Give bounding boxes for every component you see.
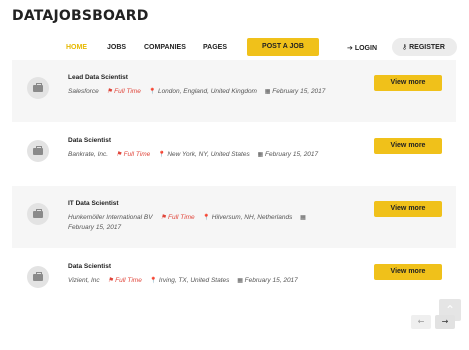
map-marker-icon: 📍 — [148, 88, 157, 95]
job-listing: IT Data Scientist Hunkemöller Internatio… — [12, 186, 456, 248]
calendar-icon: ▦ — [257, 151, 264, 158]
company-avatar — [27, 203, 49, 225]
company-avatar — [27, 140, 49, 162]
job-title[interactable]: Lead Data Scientist — [68, 74, 128, 81]
map-marker-icon: 📍 — [202, 214, 210, 221]
job-meta: Bankrate, Inc. ⚑ Full Time 📍 New York, N… — [68, 150, 328, 160]
job-location: Irving, TX, United States — [158, 277, 230, 284]
nav-companies[interactable]: COMPANIES — [144, 44, 186, 51]
arrow-left-icon: ← — [417, 317, 425, 326]
bookmark-icon: ⚑ — [160, 214, 167, 221]
job-type: Full Time — [168, 214, 195, 221]
job-title[interactable]: Data Scientist — [68, 137, 111, 144]
job-listing: Lead Data Scientist Salesforce ⚑ Full Ti… — [12, 60, 456, 122]
job-type: Full Time — [114, 88, 141, 95]
nav-home[interactable]: HOME — [66, 44, 87, 51]
job-type: Full Time — [115, 277, 142, 284]
bookmark-icon: ⚑ — [106, 88, 113, 95]
post-job-button[interactable]: POST A JOB — [247, 38, 319, 56]
job-type: Full Time — [123, 151, 151, 158]
bookmark-icon: ⚑ — [115, 151, 122, 158]
job-location: Hilversum, NH, Netherlands — [211, 214, 293, 221]
job-date: February 15, 2017 — [244, 277, 298, 284]
briefcase-icon — [33, 146, 43, 155]
register-label: REGISTER — [409, 44, 445, 51]
map-marker-icon: 📍 — [158, 151, 166, 158]
company-avatar — [27, 266, 49, 288]
calendar-icon: ▦ — [264, 88, 271, 95]
site-logo[interactable]: DATAJOBSBOARD — [12, 8, 149, 24]
map-marker-icon: 📍 — [149, 277, 158, 284]
job-listing: Data Scientist Bankrate, Inc. ⚑ Full Tim… — [12, 123, 456, 185]
sign-in-icon: ➔ — [347, 44, 353, 52]
key-icon: ⚷ — [402, 43, 408, 51]
company-name: Vizient, Inc — [68, 277, 100, 284]
job-listing: Data Scientist Vizient, Inc ⚑ Full Time … — [12, 249, 456, 311]
job-location: New York, NY, United States — [167, 151, 250, 158]
job-meta: Hunkemöller International BV ⚑ Full Time… — [68, 213, 328, 233]
view-more-button[interactable]: View more — [374, 264, 442, 280]
company-name: Hunkemöller International BV — [68, 214, 153, 221]
job-meta: Salesforce ⚑ Full Time 📍 London, England… — [68, 87, 328, 97]
company-avatar — [27, 77, 49, 99]
job-date: February 15, 2017 — [68, 224, 122, 231]
view-more-button[interactable]: View more — [374, 201, 442, 217]
prev-page-button[interactable]: ← — [411, 315, 431, 329]
main-nav: HOME JOBS COMPANIES PAGES POST A JOB ➔ L… — [0, 36, 469, 60]
job-date: February 15, 2017 — [272, 88, 326, 95]
briefcase-icon — [33, 83, 43, 92]
view-more-button[interactable]: View more — [374, 138, 442, 154]
arrow-right-icon: → — [441, 317, 449, 326]
next-page-button[interactable]: → — [435, 315, 455, 329]
job-title[interactable]: IT Data Scientist — [68, 200, 119, 207]
briefcase-icon — [33, 272, 43, 281]
job-title[interactable]: Data Scientist — [68, 263, 111, 270]
view-more-button[interactable]: View more — [374, 75, 442, 91]
job-meta: Vizient, Inc ⚑ Full Time 📍 Irving, TX, U… — [68, 276, 328, 286]
bookmark-icon: ⚑ — [107, 277, 114, 284]
company-name: Bankrate, Inc. — [68, 151, 109, 158]
calendar-icon: ▦ — [237, 277, 243, 284]
login-link[interactable]: ➔ LOGIN — [347, 44, 377, 52]
nav-pages[interactable]: PAGES — [203, 44, 227, 51]
nav-jobs[interactable]: JOBS — [107, 44, 126, 51]
calendar-icon: ▦ — [300, 214, 306, 221]
job-date: February 15, 2017 — [265, 151, 319, 158]
company-name: Salesforce — [68, 88, 99, 95]
job-location: London, England, United Kingdom — [157, 88, 257, 95]
register-button[interactable]: ⚷ REGISTER — [392, 38, 457, 56]
login-label: LOGIN — [354, 45, 377, 52]
briefcase-icon — [33, 209, 43, 218]
